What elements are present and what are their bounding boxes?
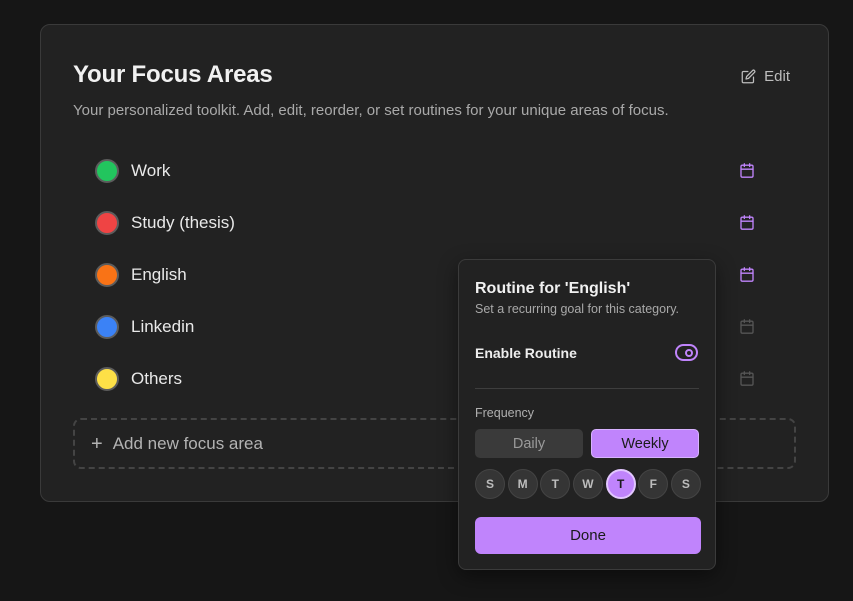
edit-icon [741, 69, 756, 84]
focus-area-item-study[interactable]: Study (thesis) [95, 197, 755, 249]
focus-area-item-work[interactable]: Work [95, 145, 755, 197]
color-dot [95, 263, 119, 287]
edit-button-label: Edit [764, 67, 790, 85]
focus-area-label: Study (thesis) [131, 213, 235, 232]
color-dot [95, 159, 119, 183]
calendar-icon[interactable] [739, 370, 755, 387]
weekday-selector: S M T W T F S [475, 469, 701, 502]
day-monday[interactable]: M [507, 469, 538, 499]
calendar-icon[interactable] [739, 266, 755, 283]
focus-area-label: Linkedin [131, 317, 195, 336]
frequency-weekly-button[interactable]: Weekly [591, 429, 699, 458]
focus-area-label: Others [131, 369, 183, 388]
calendar-icon[interactable] [739, 318, 755, 335]
color-dot [95, 367, 119, 391]
frequency-daily-button[interactable]: Daily [475, 429, 583, 458]
routine-title: Routine for 'English' [475, 280, 631, 297]
add-focus-area-label: Add new focus area [112, 433, 263, 453]
day-saturday[interactable]: S [670, 469, 701, 499]
color-dot [95, 315, 119, 339]
color-dot [95, 211, 119, 235]
page-subtitle: Your personalized toolkit. Add, edit, re… [73, 102, 669, 119]
page-title: Your Focus Areas [73, 61, 273, 88]
day-wednesday[interactable]: W [572, 469, 603, 499]
day-sunday[interactable]: S [475, 469, 505, 499]
day-thursday[interactable]: T [605, 469, 636, 499]
enable-routine-toggle[interactable] [675, 344, 698, 361]
focus-area-label: English [131, 265, 187, 284]
enable-routine-label: Enable Routine [475, 345, 577, 361]
divider [475, 388, 699, 389]
routine-popover: Routine for 'English' Set a recurring go… [458, 259, 716, 570]
calendar-icon[interactable] [739, 214, 755, 231]
plus-icon: + [91, 432, 103, 455]
edit-button[interactable]: Edit [741, 66, 790, 86]
day-tuesday[interactable]: T [540, 469, 571, 499]
calendar-icon[interactable] [739, 162, 755, 179]
focus-area-label: Work [131, 161, 171, 180]
routine-subtitle: Set a recurring goal for this category. [475, 302, 680, 316]
toggle-knob [685, 348, 693, 357]
frequency-label: Frequency [475, 406, 535, 420]
done-button[interactable]: Done [475, 517, 701, 554]
day-friday[interactable]: F [638, 469, 669, 499]
